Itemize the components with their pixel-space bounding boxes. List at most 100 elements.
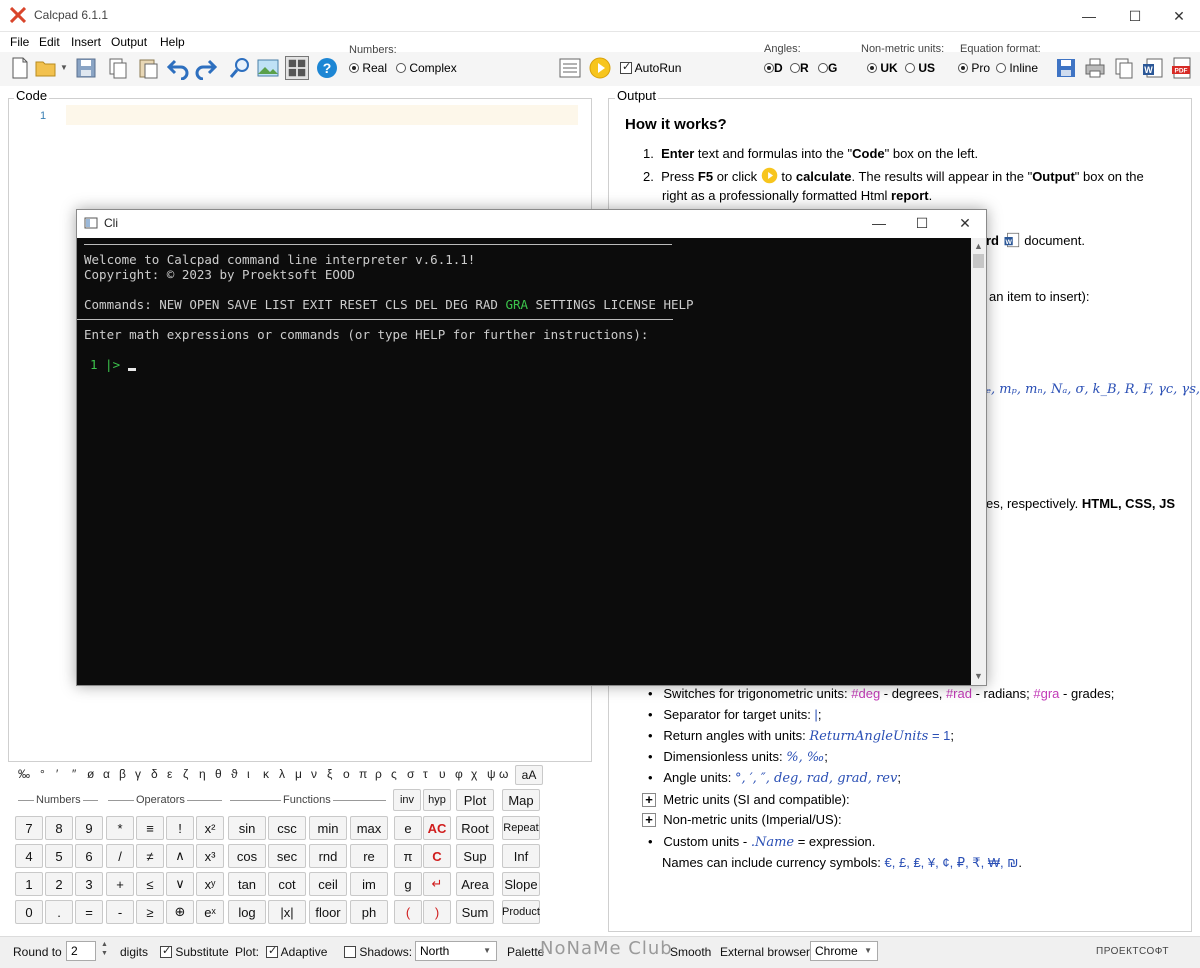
menu-help[interactable]: Help — [160, 35, 185, 49]
open-folder-icon[interactable] — [34, 56, 58, 80]
angles-g-radio[interactable]: G — [818, 61, 837, 75]
keypad-key[interactable]: ! — [166, 816, 194, 840]
print-icon[interactable] — [1083, 56, 1107, 80]
keypad-key[interactable]: ≡ — [136, 816, 164, 840]
keypad-key[interactable]: 7 — [15, 816, 43, 840]
undo-icon[interactable] — [166, 56, 190, 80]
greek-key[interactable]: ω — [499, 767, 508, 781]
greek-key[interactable]: ρ — [375, 767, 382, 781]
greek-key[interactable]: ι — [247, 767, 250, 781]
map-button[interactable]: Map — [502, 789, 540, 811]
units-us-radio[interactable]: US — [905, 61, 935, 75]
new-file-icon[interactable] — [8, 56, 32, 80]
keypad-key[interactable]: csc — [268, 816, 306, 840]
keypad-key[interactable]: re — [350, 844, 388, 868]
round-spinner-icon[interactable]: ▲ ▼ — [101, 940, 108, 958]
greek-key[interactable]: π — [359, 767, 367, 781]
insert-image-icon[interactable] — [256, 56, 280, 80]
keypad-key[interactable]: Sum — [456, 900, 494, 924]
shadows-direction-select[interactable]: North ▼ — [415, 941, 497, 961]
greek-key[interactable]: δ — [151, 767, 158, 781]
case-toggle-button[interactable]: aA — [515, 765, 543, 785]
keypad-key[interactable]: Repeat — [502, 816, 540, 840]
keypad-key[interactable]: AC — [423, 816, 451, 840]
scroll-thumb[interactable] — [973, 254, 984, 268]
keypad-key[interactable]: cos — [228, 844, 266, 868]
external-browser-select[interactable]: Chrome ▼ — [810, 941, 878, 961]
keypad-key[interactable]: C — [423, 844, 451, 868]
greek-key[interactable]: ϑ — [231, 767, 238, 781]
output-list-icon[interactable] — [558, 56, 582, 80]
menu-file[interactable]: File — [10, 35, 29, 49]
greek-key[interactable]: ° — [40, 767, 45, 781]
keypad-key[interactable]: 1 — [15, 872, 43, 896]
greek-key[interactable]: ξ — [327, 767, 332, 781]
keypad-key[interactable]: ∧ — [166, 844, 194, 868]
minimize-button[interactable]: — — [1066, 0, 1112, 32]
save-output-icon[interactable] — [1054, 56, 1078, 80]
keypad-key[interactable]: Area — [456, 872, 494, 896]
keypad-key[interactable]: ceil — [309, 872, 347, 896]
keypad-key[interactable]: 3 — [75, 872, 103, 896]
keypad-key[interactable]: 9 — [75, 816, 103, 840]
keypad-key[interactable]: Slope — [502, 872, 540, 896]
keypad-key[interactable]: sec — [268, 844, 306, 868]
menu-insert[interactable]: Insert — [71, 35, 101, 49]
greek-key[interactable]: η — [199, 767, 206, 781]
help-icon[interactable]: ? — [315, 56, 339, 80]
keypad-key[interactable]: = — [75, 900, 103, 924]
greek-key[interactable]: ø — [87, 767, 94, 781]
greek-key[interactable]: ‰ — [18, 767, 30, 781]
greek-key[interactable]: ″ — [72, 767, 76, 781]
keypad-key[interactable]: Root — [456, 816, 494, 840]
greek-key[interactable]: α — [103, 767, 110, 781]
keypad-key[interactable]: cot — [268, 872, 306, 896]
keypad-key[interactable]: ≠ — [136, 844, 164, 868]
angles-d-radio[interactable]: D — [764, 61, 783, 75]
keypad-key[interactable]: eˣ — [196, 900, 224, 924]
save-icon[interactable] — [74, 56, 98, 80]
keypad-key[interactable]: rnd — [309, 844, 347, 868]
greek-key[interactable]: φ — [455, 767, 463, 781]
open-dropdown-icon[interactable]: ▼ — [60, 63, 68, 72]
keypad-key[interactable]: xʸ — [196, 872, 224, 896]
keypad-key[interactable]: π — [394, 844, 422, 868]
keypad-key[interactable]: ↵ — [423, 872, 451, 896]
format-inline-radio[interactable]: Inline — [996, 61, 1038, 75]
greek-key[interactable]: μ — [295, 767, 302, 781]
keypad-key[interactable]: Product — [502, 900, 540, 924]
keypad-key[interactable]: tan — [228, 872, 266, 896]
keypad-key[interactable]: ≤ — [136, 872, 164, 896]
format-pro-radio[interactable]: Pro — [958, 61, 990, 75]
keypad-key[interactable]: x³ — [196, 844, 224, 868]
keypad-key[interactable]: log — [228, 900, 266, 924]
greek-key[interactable]: τ — [423, 767, 428, 781]
greek-key[interactable]: γ — [135, 767, 141, 781]
maximize-button[interactable]: ☐ — [1112, 0, 1158, 32]
numbers-real-radio[interactable]: Real — [349, 61, 387, 75]
cli-title-bar[interactable] — [77, 210, 986, 238]
keypad-key[interactable]: max — [350, 816, 388, 840]
keypad-key[interactable]: . — [45, 900, 73, 924]
greek-key[interactable]: ε — [167, 767, 172, 781]
substitute-checkbox[interactable]: Substitute — [160, 944, 229, 959]
keypad-key[interactable]: 0 — [15, 900, 43, 924]
scroll-up-arrow-icon[interactable]: ▲ — [974, 241, 983, 251]
keypad-key[interactable]: 2 — [45, 872, 73, 896]
keypad-key[interactable]: - — [106, 900, 134, 924]
greek-key[interactable]: ψ — [487, 767, 496, 781]
adaptive-checkbox[interactable]: Adaptive — [266, 944, 327, 959]
keypad-key[interactable]: / — [106, 844, 134, 868]
menu-output[interactable]: Output — [111, 35, 147, 49]
cli-close-button[interactable]: ✕ — [942, 209, 988, 237]
greek-key[interactable]: θ — [215, 767, 222, 781]
keypad-key[interactable]: 5 — [45, 844, 73, 868]
plot-button[interactable]: Plot — [456, 789, 494, 811]
expand-plus-icon[interactable]: + — [642, 793, 656, 807]
keypad-key[interactable]: floor — [309, 900, 347, 924]
greek-key[interactable]: ′ — [56, 767, 58, 781]
greek-key[interactable]: ς — [391, 767, 397, 781]
keypad-key[interactable]: ∨ — [166, 872, 194, 896]
keypad-key[interactable]: ≥ — [136, 900, 164, 924]
copy-icon[interactable] — [106, 56, 130, 80]
